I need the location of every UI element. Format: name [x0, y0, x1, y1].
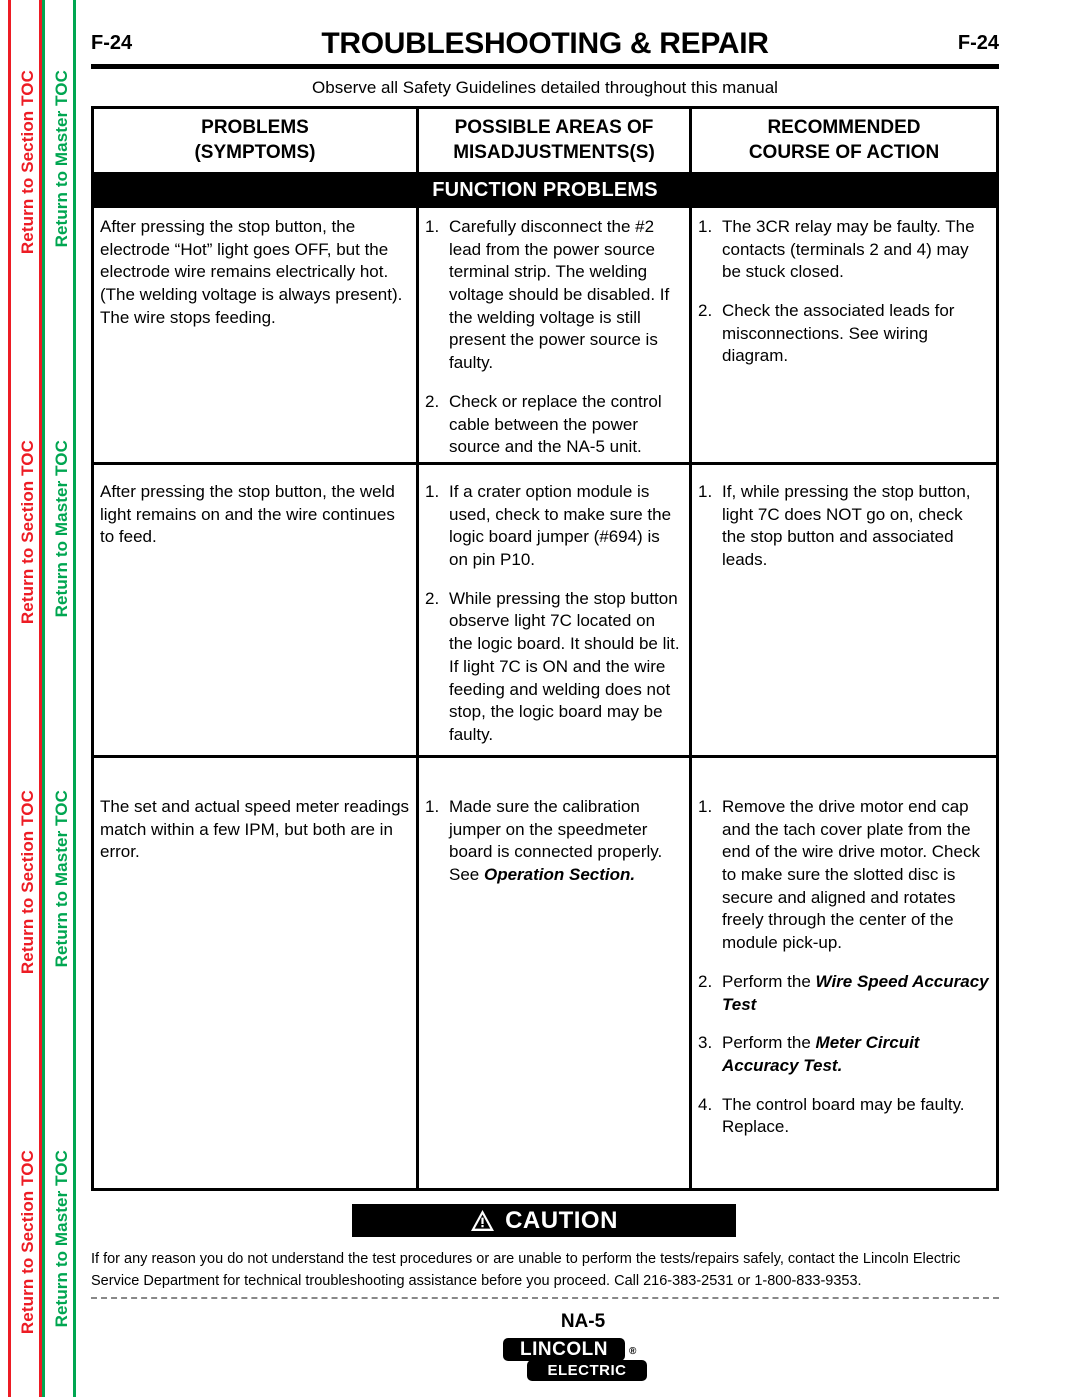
table-row: The set and actual speed meter readings …: [94, 758, 996, 1188]
item-number: 2.: [425, 391, 440, 411]
item-text: While pressing the stop button observe l…: [449, 588, 680, 744]
column-header-problems-line2: (SYMPTOMS): [194, 141, 316, 163]
item-number: 1.: [698, 482, 713, 501]
column-header-areas-line1: POSSIBLE AREAS OF: [454, 116, 654, 138]
column-header-problems-line1: PROBLEMS: [201, 116, 309, 138]
troubleshooting-table: PROBLEMS (SYMPTOMS) POSSIBLE AREAS OF MI…: [91, 106, 999, 1191]
areas-cell: 1. Carefully disconnect the #2 lead from…: [419, 208, 692, 462]
page-number-right: F-24: [957, 32, 999, 54]
item-text: The 3CR relay may be faulty. The contact…: [722, 217, 975, 282]
item-number: 1.: [698, 217, 713, 236]
registered-trademark-icon: ®: [629, 1346, 637, 1357]
action-cell: 1. If, while pressing the stop button, l…: [692, 465, 996, 755]
item-number: 4.: [698, 1094, 713, 1114]
item-text-plain: Perform the: [722, 971, 816, 991]
toc-column-section: Return to Section TOC Return to Section …: [8, 0, 42, 1397]
logo-electric-text: ELECTRIC: [527, 1360, 647, 1381]
page-title: TROUBLESHOOTING & REPAIR: [321, 27, 769, 60]
caution-label: CAUTION: [505, 1206, 618, 1234]
item-text: If, while pressing the stop button, ligh…: [722, 482, 971, 570]
return-to-master-toc-link[interactable]: Return to Master TOC: [45, 1150, 79, 1327]
column-header-action-line2: COURSE OF ACTION: [748, 141, 940, 163]
item-text-plain: Perform the: [722, 1033, 816, 1053]
header-divider: [91, 64, 999, 69]
item-text: Check the associated leads for misconnec…: [722, 301, 955, 366]
table-row: After pressing the stop button, the weld…: [94, 465, 996, 758]
column-header-action-line1: RECOMMENDED: [767, 116, 921, 138]
list-item: 1. Made sure the calibration jumper on t…: [425, 796, 683, 887]
list-item: 4. The control board may be faulty. Repl…: [698, 1094, 990, 1139]
lincoln-electric-logo: LINCOLN ELECTRIC ®: [86, 1338, 1080, 1388]
item-number: 1.: [425, 797, 440, 816]
symptom-cell: After pressing the stop button, the weld…: [94, 465, 419, 755]
table-header-row: PROBLEMS (SYMPTOMS) POSSIBLE AREAS OF MI…: [94, 109, 996, 175]
list-item: 1. Remove the drive motor end cap and th…: [698, 796, 990, 955]
item-number: 3.: [698, 1033, 713, 1053]
symptom-text: After pressing the stop button, the weld…: [100, 482, 395, 547]
action-cell: 1. The 3CR relay may be faulty. The cont…: [692, 208, 996, 462]
return-to-section-toc-link[interactable]: Return to Section TOC: [11, 440, 45, 624]
list-item: 1. If, while pressing the stop button, l…: [698, 481, 990, 572]
list-item: 3. Perform the Meter Circuit Accuracy Te…: [698, 1032, 990, 1077]
item-text-emphasis: Operation Section.: [483, 865, 636, 885]
section-band-function-problems: FUNCTION PROBLEMS: [94, 175, 996, 208]
list-item: 1. If a crater option module is used, ch…: [425, 481, 683, 572]
column-header-action: RECOMMENDED COURSE OF ACTION: [692, 109, 996, 172]
item-text: Made sure the calibration jumper on the …: [449, 796, 683, 887]
page-content: F-24 TROUBLESHOOTING & REPAIR F-24 Obser…: [86, 0, 1080, 1397]
list-item: 1. Carefully disconnect the #2 lead from…: [425, 216, 683, 375]
toc-sidebar: Return to Section TOC Return to Section …: [0, 0, 86, 1397]
table-row: After pressing the stop button, the elec…: [94, 208, 996, 465]
symptom-cell: The set and actual speed meter readings …: [94, 758, 419, 1188]
item-text: Remove the drive motor end cap and the t…: [722, 797, 980, 953]
return-to-section-toc-link[interactable]: Return to Section TOC: [11, 790, 45, 974]
list-item: 2. Perform the Wire Speed Accuracy Test: [698, 971, 990, 1016]
caution-banner: CAUTION: [352, 1204, 736, 1237]
symptom-cell: After pressing the stop button, the elec…: [94, 208, 419, 462]
return-to-section-toc-link[interactable]: Return to Section TOC: [11, 70, 45, 254]
item-text: Perform the Meter Circuit Accuracy Test.: [722, 1032, 990, 1077]
item-number: 1.: [425, 482, 440, 501]
return-to-master-toc-link[interactable]: Return to Master TOC: [45, 790, 79, 967]
item-text: The control board may be faulty. Replace…: [722, 1094, 965, 1137]
list-item: 1. The 3CR relay may be faulty. The cont…: [698, 216, 990, 284]
item-text: Carefully disconnect the #2 lead from th…: [449, 217, 670, 373]
toc-column-master: Return to Master TOC Return to Master TO…: [42, 0, 76, 1397]
footer-divider: [91, 1297, 999, 1299]
safety-guidelines-note: Observe all Safety Guidelines detailed t…: [312, 78, 778, 97]
action-cell: 1. Remove the drive motor end cap and th…: [692, 758, 996, 1188]
column-header-areas: POSSIBLE AREAS OF MISADJUSTMENTS(S): [419, 109, 692, 172]
item-text: If a crater option module is used, check…: [449, 482, 672, 570]
return-to-master-toc-link[interactable]: Return to Master TOC: [45, 440, 79, 617]
list-item: 2. While pressing the stop button observ…: [425, 588, 683, 747]
column-header-problems: PROBLEMS (SYMPTOMS): [94, 109, 419, 172]
areas-cell: 1. Made sure the calibration jumper on t…: [419, 758, 692, 1188]
item-text: Check or replace the control cable betwe…: [449, 391, 662, 457]
item-text: Perform the Wire Speed Accuracy Test: [722, 971, 990, 1016]
item-number: 1.: [425, 217, 440, 236]
model-number: NA-5: [560, 1311, 606, 1332]
symptom-text: The set and actual speed meter readings …: [100, 797, 410, 862]
logo-lincoln-text: LINCOLN: [503, 1338, 625, 1361]
list-item: 2. Check or replace the control cable be…: [425, 391, 683, 459]
symptom-text: After pressing the stop button, the elec…: [100, 217, 403, 327]
return-to-master-toc-link[interactable]: Return to Master TOC: [45, 70, 79, 247]
list-item: 2. Check the associated leads for miscon…: [698, 300, 990, 368]
column-header-areas-line2: MISADJUSTMENTS(S): [453, 141, 655, 163]
caution-body-text: If for any reason you do not understand …: [91, 1251, 961, 1290]
page-header: F-24 TROUBLESHOOTING & REPAIR F-24: [91, 27, 999, 61]
item-number: 2.: [698, 971, 713, 991]
item-number: 2.: [698, 301, 713, 321]
item-number: 1.: [698, 797, 713, 816]
warning-triangle-icon: [470, 1209, 495, 1232]
areas-cell: 1. If a crater option module is used, ch…: [419, 465, 692, 755]
item-number: 2.: [425, 588, 440, 608]
return-to-section-toc-link[interactable]: Return to Section TOC: [11, 1150, 45, 1334]
